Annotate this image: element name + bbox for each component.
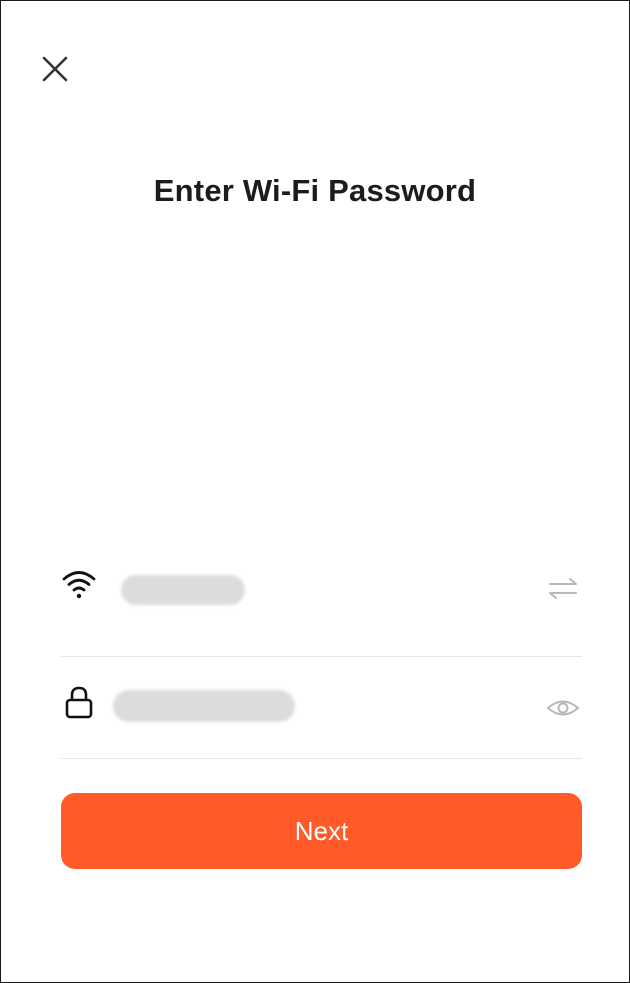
close-icon[interactable] (40, 54, 70, 84)
wifi-password-screen: Enter Wi-Fi Password Next (0, 0, 630, 983)
lock-icon (65, 686, 93, 719)
page-title: Enter Wi-Fi Password (153, 173, 477, 208)
ssid-divider (61, 656, 582, 657)
password-input[interactable] (113, 688, 507, 722)
ssid-row[interactable] (61, 557, 581, 621)
password-divider (61, 758, 582, 759)
wifi-icon (62, 571, 96, 599)
switch-network-icon[interactable] (545, 571, 581, 607)
password-row[interactable] (61, 676, 581, 740)
eye-icon[interactable] (545, 690, 581, 726)
ssid-input[interactable] (121, 569, 505, 603)
close-button[interactable] (37, 51, 73, 87)
next-button[interactable]: Next (61, 793, 582, 869)
